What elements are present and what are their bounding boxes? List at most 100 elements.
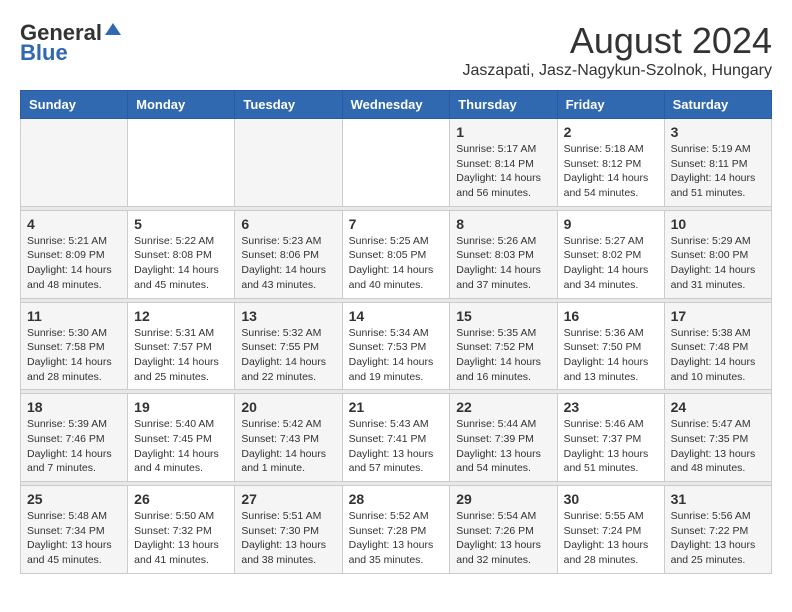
day-number: 2 bbox=[564, 124, 658, 140]
day-info: Sunrise: 5:40 AM Sunset: 7:45 PM Dayligh… bbox=[134, 417, 228, 476]
day-info: Sunrise: 5:34 AM Sunset: 7:53 PM Dayligh… bbox=[349, 326, 444, 385]
day-info: Sunrise: 5:32 AM Sunset: 7:55 PM Dayligh… bbox=[241, 326, 335, 385]
day-number: 24 bbox=[671, 399, 765, 415]
day-number: 13 bbox=[241, 308, 335, 324]
calendar-cell: 14Sunrise: 5:34 AM Sunset: 7:53 PM Dayli… bbox=[342, 302, 450, 390]
day-number: 3 bbox=[671, 124, 765, 140]
day-number: 16 bbox=[564, 308, 658, 324]
day-number: 15 bbox=[456, 308, 550, 324]
day-info: Sunrise: 5:52 AM Sunset: 7:28 PM Dayligh… bbox=[349, 509, 444, 568]
day-number: 9 bbox=[564, 216, 658, 232]
day-info: Sunrise: 5:50 AM Sunset: 7:32 PM Dayligh… bbox=[134, 509, 228, 568]
calendar-cell: 24 Sunrise: 5:47 AM Sunset: 7:35 PM Dayli… bbox=[664, 394, 771, 482]
calendar-week-row: 11Sunrise: 5:30 AM Sunset: 7:58 PM Dayli… bbox=[21, 302, 772, 390]
day-info: Sunrise: 5:54 AM Sunset: 7:26 PM Dayligh… bbox=[456, 509, 550, 568]
calendar-cell bbox=[21, 119, 128, 207]
day-number: 27 bbox=[241, 491, 335, 507]
calendar-cell: 30 Sunrise: 5:55 AM Sunset: 7:24 PM Dayli… bbox=[557, 486, 664, 574]
calendar-cell bbox=[235, 119, 342, 207]
calendar-week-row: 25Sunrise: 5:48 AM Sunset: 7:34 PM Dayli… bbox=[21, 486, 772, 574]
calendar-cell: 12 Sunrise: 5:31 AM Sunset: 7:57 PM Dayli… bbox=[128, 302, 235, 390]
calendar-cell: 3Sunrise: 5:19 AM Sunset: 8:11 PM Daylig… bbox=[664, 119, 771, 207]
calendar-cell: 20Sunrise: 5:42 AM Sunset: 7:43 PM Dayli… bbox=[235, 394, 342, 482]
calendar-header-wednesday: Wednesday bbox=[342, 91, 450, 119]
calendar-header-sunday: Sunday bbox=[21, 91, 128, 119]
calendar-header-tuesday: Tuesday bbox=[235, 91, 342, 119]
day-info: Sunrise: 5:17 AM Sunset: 8:14 PM Dayligh… bbox=[456, 142, 550, 201]
calendar-cell: 2 Sunrise: 5:18 AM Sunset: 8:12 PM Daylig… bbox=[557, 119, 664, 207]
calendar-cell: 29 Sunrise: 5:54 AM Sunset: 7:26 PM Dayli… bbox=[450, 486, 557, 574]
calendar-table: SundayMondayTuesdayWednesdayThursdayFrid… bbox=[20, 90, 772, 574]
day-number: 18 bbox=[27, 399, 121, 415]
calendar-week-row: 1Sunrise: 5:17 AM Sunset: 8:14 PM Daylig… bbox=[21, 119, 772, 207]
logo: General Blue bbox=[20, 20, 123, 66]
day-number: 7 bbox=[349, 216, 444, 232]
day-info: Sunrise: 5:27 AM Sunset: 8:02 PM Dayligh… bbox=[564, 234, 658, 293]
day-number: 23 bbox=[564, 399, 658, 415]
title-area: August 2024 Jaszapati, Jasz-Nagykun-Szol… bbox=[463, 20, 772, 80]
calendar-cell: 4 Sunrise: 5:21 AM Sunset: 8:09 PM Daylig… bbox=[21, 210, 128, 298]
day-number: 31 bbox=[671, 491, 765, 507]
day-info: Sunrise: 5:39 AM Sunset: 7:46 PM Dayligh… bbox=[27, 417, 121, 476]
calendar-cell bbox=[128, 119, 235, 207]
day-info: Sunrise: 5:23 AM Sunset: 8:06 PM Dayligh… bbox=[241, 234, 335, 293]
day-number: 8 bbox=[456, 216, 550, 232]
calendar-header-row: SundayMondayTuesdayWednesdayThursdayFrid… bbox=[21, 91, 772, 119]
day-info: Sunrise: 5:26 AM Sunset: 8:03 PM Dayligh… bbox=[456, 234, 550, 293]
calendar-cell: 8 Sunrise: 5:26 AM Sunset: 8:03 PM Daylig… bbox=[450, 210, 557, 298]
day-number: 12 bbox=[134, 308, 228, 324]
logo-icon bbox=[103, 21, 123, 41]
calendar-cell: 22 Sunrise: 5:44 AM Sunset: 7:39 PM Dayli… bbox=[450, 394, 557, 482]
day-info: Sunrise: 5:46 AM Sunset: 7:37 PM Dayligh… bbox=[564, 417, 658, 476]
calendar-week-row: 18 Sunrise: 5:39 AM Sunset: 7:46 PM Dayli… bbox=[21, 394, 772, 482]
logo-blue: Blue bbox=[20, 40, 68, 66]
day-number: 20 bbox=[241, 399, 335, 415]
day-info: Sunrise: 5:44 AM Sunset: 7:39 PM Dayligh… bbox=[456, 417, 550, 476]
day-info: Sunrise: 5:47 AM Sunset: 7:35 PM Dayligh… bbox=[671, 417, 765, 476]
calendar-cell: 23 Sunrise: 5:46 AM Sunset: 7:37 PM Dayli… bbox=[557, 394, 664, 482]
day-info: Sunrise: 5:36 AM Sunset: 7:50 PM Dayligh… bbox=[564, 326, 658, 385]
calendar-cell bbox=[342, 119, 450, 207]
calendar-cell: 21 Sunrise: 5:43 AM Sunset: 7:41 PM Dayli… bbox=[342, 394, 450, 482]
day-info: Sunrise: 5:56 AM Sunset: 7:22 PM Dayligh… bbox=[671, 509, 765, 568]
calendar-header-monday: Monday bbox=[128, 91, 235, 119]
calendar-cell: 16 Sunrise: 5:36 AM Sunset: 7:50 PM Dayli… bbox=[557, 302, 664, 390]
day-info: Sunrise: 5:25 AM Sunset: 8:05 PM Dayligh… bbox=[349, 234, 444, 293]
day-info: Sunrise: 5:22 AM Sunset: 8:08 PM Dayligh… bbox=[134, 234, 228, 293]
day-number: 6 bbox=[241, 216, 335, 232]
day-number: 26 bbox=[134, 491, 228, 507]
calendar-cell: 28 Sunrise: 5:52 AM Sunset: 7:28 PM Dayli… bbox=[342, 486, 450, 574]
calendar-cell: 9 Sunrise: 5:27 AM Sunset: 8:02 PM Daylig… bbox=[557, 210, 664, 298]
calendar-cell: 18 Sunrise: 5:39 AM Sunset: 7:46 PM Dayli… bbox=[21, 394, 128, 482]
day-info: Sunrise: 5:48 AM Sunset: 7:34 PM Dayligh… bbox=[27, 509, 121, 568]
day-info: Sunrise: 5:43 AM Sunset: 7:41 PM Dayligh… bbox=[349, 417, 444, 476]
day-number: 10 bbox=[671, 216, 765, 232]
day-info: Sunrise: 5:38 AM Sunset: 7:48 PM Dayligh… bbox=[671, 326, 765, 385]
day-info: Sunrise: 5:21 AM Sunset: 8:09 PM Dayligh… bbox=[27, 234, 121, 293]
day-number: 17 bbox=[671, 308, 765, 324]
calendar-cell: 17 Sunrise: 5:38 AM Sunset: 7:48 PM Dayli… bbox=[664, 302, 771, 390]
day-number: 19 bbox=[134, 399, 228, 415]
calendar-cell: 27 Sunrise: 5:51 AM Sunset: 7:30 PM Dayli… bbox=[235, 486, 342, 574]
day-number: 4 bbox=[27, 216, 121, 232]
day-number: 29 bbox=[456, 491, 550, 507]
day-number: 28 bbox=[349, 491, 444, 507]
day-info: Sunrise: 5:29 AM Sunset: 8:00 PM Dayligh… bbox=[671, 234, 765, 293]
calendar-cell: 19 Sunrise: 5:40 AM Sunset: 7:45 PM Dayli… bbox=[128, 394, 235, 482]
day-number: 21 bbox=[349, 399, 444, 415]
calendar-cell: 11Sunrise: 5:30 AM Sunset: 7:58 PM Dayli… bbox=[21, 302, 128, 390]
calendar-cell: 13 Sunrise: 5:32 AM Sunset: 7:55 PM Dayli… bbox=[235, 302, 342, 390]
day-info: Sunrise: 5:18 AM Sunset: 8:12 PM Dayligh… bbox=[564, 142, 658, 201]
day-number: 22 bbox=[456, 399, 550, 415]
day-info: Sunrise: 5:55 AM Sunset: 7:24 PM Dayligh… bbox=[564, 509, 658, 568]
day-info: Sunrise: 5:51 AM Sunset: 7:30 PM Dayligh… bbox=[241, 509, 335, 568]
day-info: Sunrise: 5:35 AM Sunset: 7:52 PM Dayligh… bbox=[456, 326, 550, 385]
day-number: 5 bbox=[134, 216, 228, 232]
calendar-cell: 1Sunrise: 5:17 AM Sunset: 8:14 PM Daylig… bbox=[450, 119, 557, 207]
calendar-header-saturday: Saturday bbox=[664, 91, 771, 119]
day-number: 30 bbox=[564, 491, 658, 507]
calendar-week-row: 4 Sunrise: 5:21 AM Sunset: 8:09 PM Daylig… bbox=[21, 210, 772, 298]
day-info: Sunrise: 5:31 AM Sunset: 7:57 PM Dayligh… bbox=[134, 326, 228, 385]
location: Jaszapati, Jasz-Nagykun-Szolnok, Hungary bbox=[463, 62, 772, 80]
calendar-header-thursday: Thursday bbox=[450, 91, 557, 119]
